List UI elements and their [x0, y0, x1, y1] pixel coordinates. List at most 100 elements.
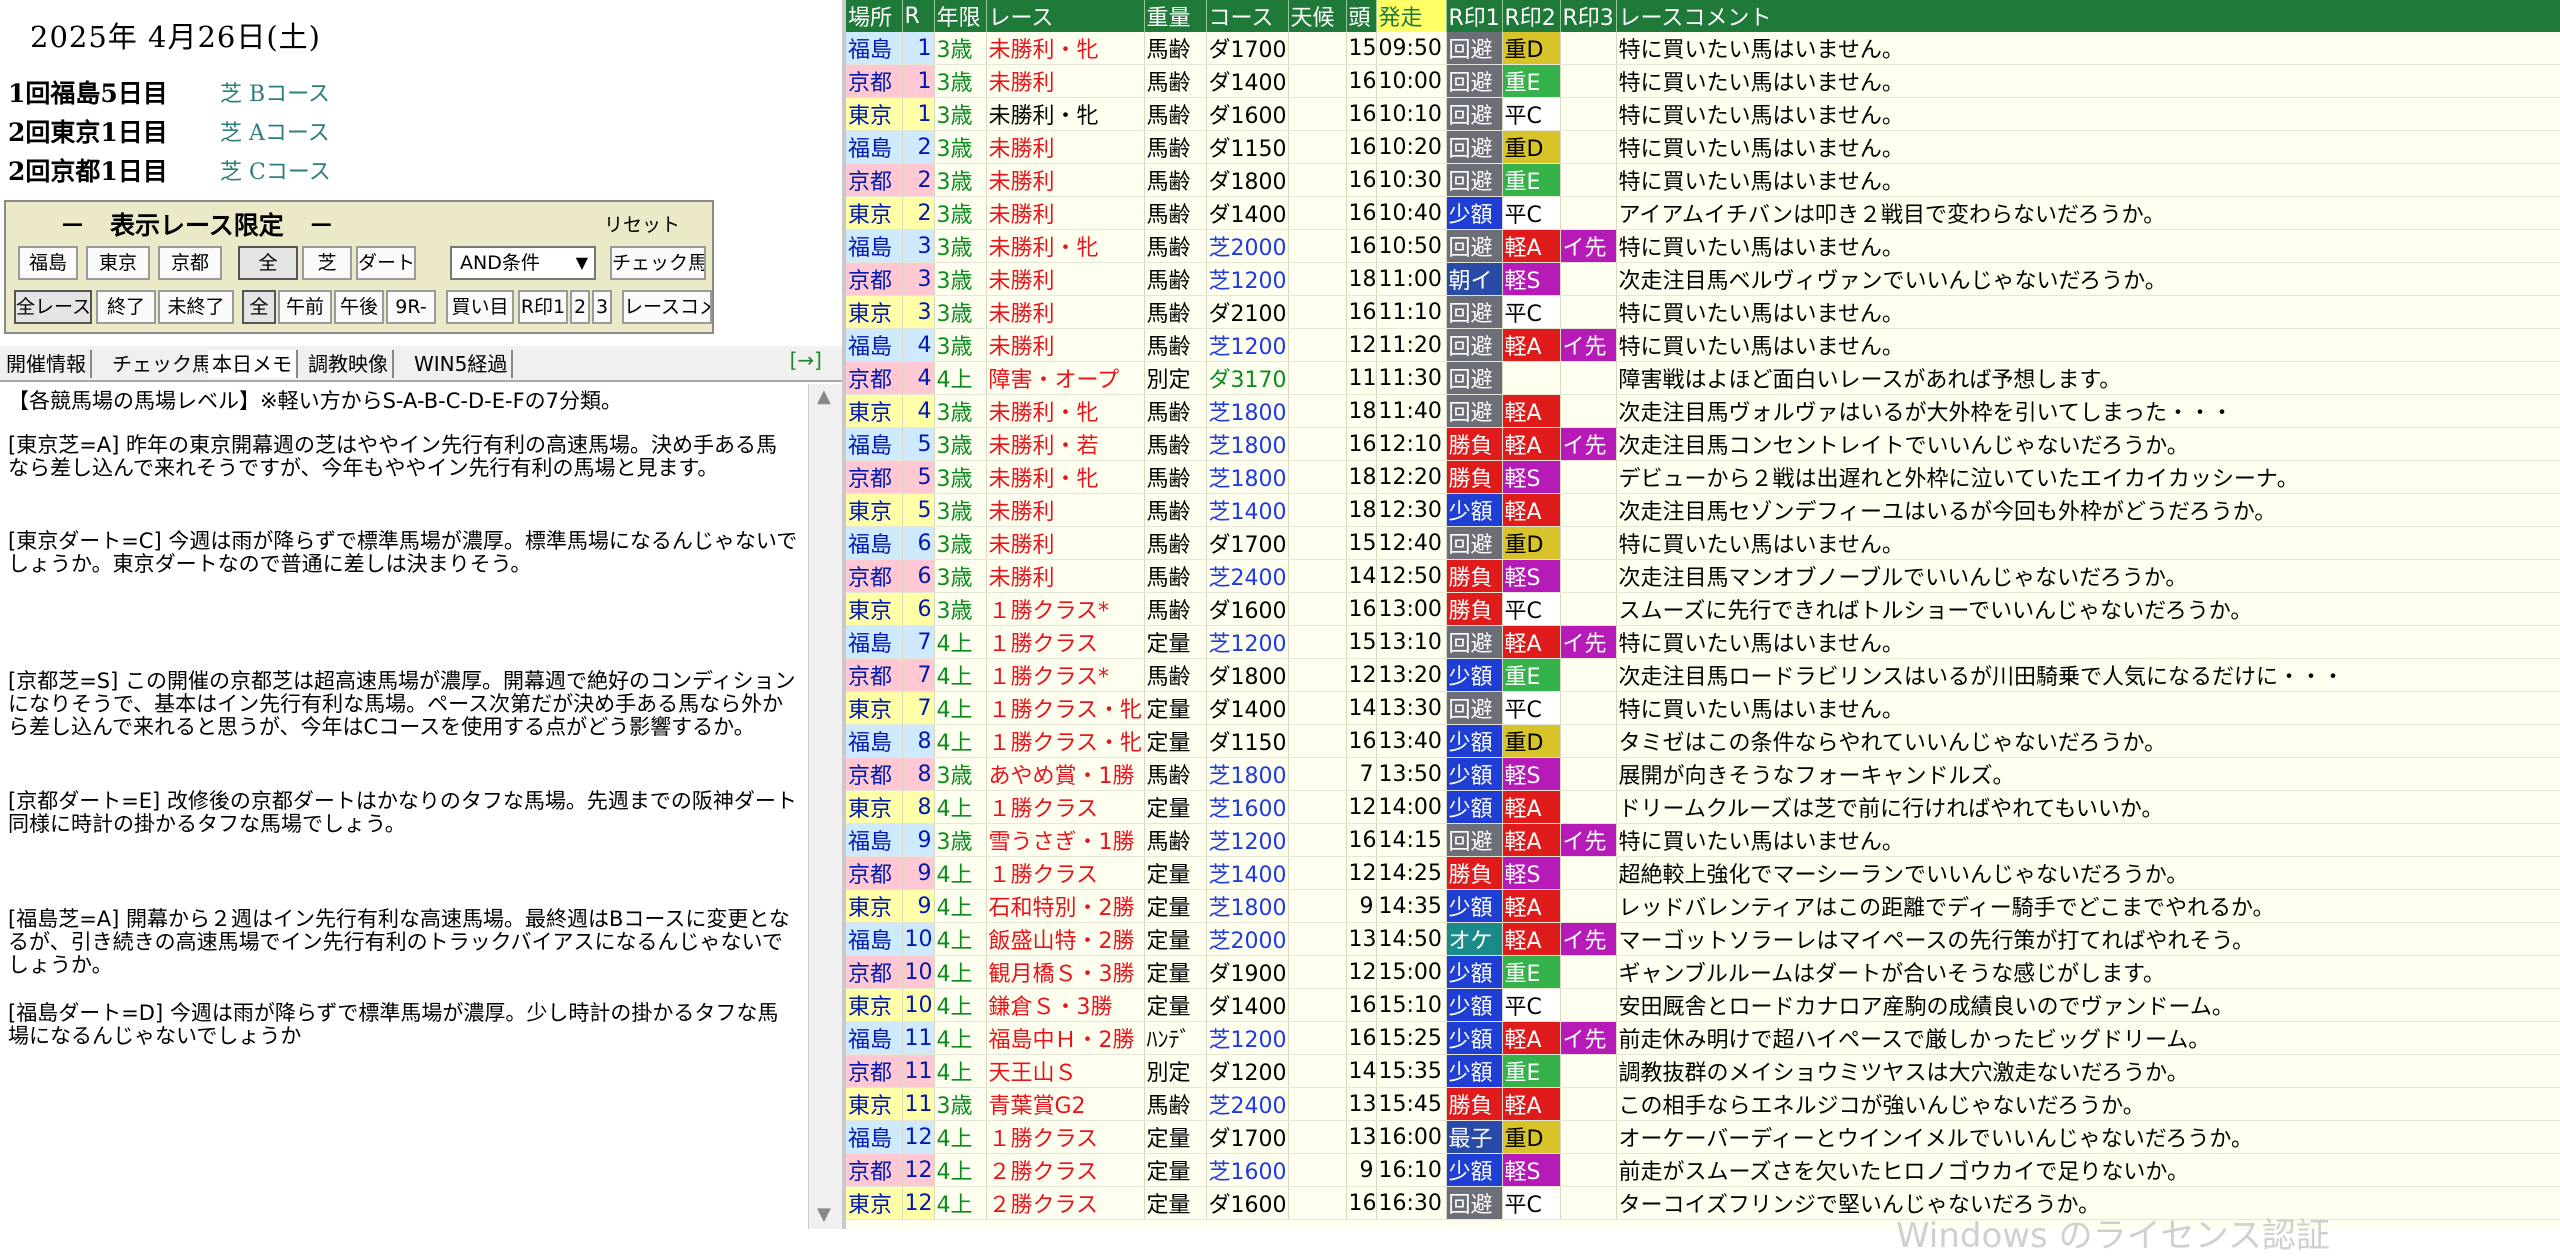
table-row[interactable]: 東京 1 3歳 未勝利・牝 馬齢 ダ1600 16 10:10 回避 平C 特に買いたい馬はいません… — [846, 97, 2560, 131]
tab-meeting-info[interactable]: 開催情報 — [2, 350, 92, 378]
col-place-header[interactable]: 場所 — [846, 0, 903, 32]
filter-dirt-button[interactable]: ダート — [356, 246, 416, 280]
filter-fukushima-button[interactable]: 福島 — [18, 246, 78, 280]
scroll-up-icon[interactable]: ▲ — [817, 386, 831, 407]
table-row[interactable]: 福島 7 4上 １勝クラス 定量 芝1200 15 13:10 回避 軽A イ先 特に買いたい馬はいま… — [846, 625, 2560, 659]
filter-morning-button[interactable]: 午前 — [278, 290, 332, 324]
filter-tokyo-button[interactable]: 東京 — [86, 246, 150, 280]
table-row[interactable]: 福島 5 3歳 未勝利・若 馬齢 芝1800 16 12:10 勝負 軽A イ先 次走注目馬コンセント… — [846, 427, 2560, 461]
table-row[interactable]: 東京 8 4上 １勝クラス 定量 芝1600 12 14:00 少額 軽A ドリームクルーズは芝で前… — [846, 790, 2560, 824]
table-row[interactable]: 福島 9 3歳 雪うさぎ・1勝 馬齢 芝1200 16 14:15 回避 軽A イ先 特に買いたい馬は… — [846, 823, 2560, 857]
table-row[interactable]: 東京 10 4上 鎌倉Ｓ・3勝 定量 ダ1400 16 15:10 少額 平C 安田厩舎とロードカナ… — [846, 988, 2560, 1022]
tab-training-video[interactable]: 調教映像 — [304, 350, 394, 378]
filter-surface-all-button[interactable]: 全 — [238, 246, 298, 280]
memo-paragraph: [東京芝=A] 昨年の東京開幕週の芝はややイン先行有利の高速馬場。決め手ある馬な… — [8, 433, 778, 480]
table-row[interactable]: 京都 8 3歳 あやめ賞・1勝 馬齢 芝1800 7 13:50 少額 軽S 展開が向きそうなフォー… — [846, 757, 2560, 791]
col-race-comment-header[interactable]: レースコメント — [1616, 0, 2560, 32]
red-mark3-cell — [1560, 130, 1617, 164]
red-mark2-cell: 軽S — [1502, 460, 1561, 494]
table-row[interactable]: 京都 3 3歳 未勝利 馬齢 芝1200 18 11:00 朝イ 軽S 次走注目馬ベルヴィヴァンでい… — [846, 262, 2560, 296]
table-row[interactable]: 東京 5 3歳 未勝利 馬齢 芝1400 18 12:30 少額 軽A 次走注目馬セゾンデフィーユは… — [846, 493, 2560, 527]
tab-check-horse[interactable]: チェック馬 — [108, 350, 218, 378]
col-age-limit-header[interactable]: 年限 — [934, 0, 987, 32]
filter-unfinished-button[interactable]: 未終了 — [158, 290, 234, 324]
col-red-mark2-header[interactable]: R印2 — [1502, 0, 1561, 32]
table-row[interactable]: 福島 12 4上 １勝クラス 定量 ダ1700 13 16:00 最子 重D オーケーバーディーとウ… — [846, 1120, 2560, 1154]
table-row[interactable]: 福島 1 3歳 未勝利・牝 馬齢 ダ1700 15 09:50 回避 重D 特に買いたい馬はいません… — [846, 32, 2560, 65]
weather-cell — [1288, 1021, 1347, 1055]
race-number-cell: 11 — [902, 1021, 935, 1055]
col-start-time-header[interactable]: 発走 — [1376, 0, 1447, 32]
table-row[interactable]: 東京 6 3歳 １勝クラス* 馬齢 ダ1600 16 13:00 勝負 平C スムーズに先行できれば… — [846, 592, 2560, 626]
table-row[interactable]: 東京 9 4上 石和特別・2勝 定量 芝1800 9 14:35 少額 軽A レッドバレンティアはこ… — [846, 889, 2560, 923]
table-row[interactable]: 東京 2 3歳 未勝利 馬齢 ダ1400 16 10:40 少額 平C アイアムイチバンは叩き２戦目… — [846, 196, 2560, 230]
condition-select[interactable]: AND条件 ▼ — [450, 246, 596, 280]
reset-button[interactable]: リセット — [604, 210, 680, 237]
filter-all-races-button[interactable]: 全レース — [14, 290, 92, 324]
table-row[interactable]: 京都 9 4上 １勝クラス 定量 芝1400 12 14:25 勝負 軽S 超絶較上強化でマーシーラ… — [846, 856, 2560, 890]
start-time-cell: 13:10 — [1376, 625, 1447, 659]
col-course-header[interactable]: コース — [1206, 0, 1289, 32]
tab-win5-progress[interactable]: WIN5経過 — [410, 350, 514, 378]
red-mark2-cell: 重D — [1502, 1120, 1561, 1154]
table-row[interactable]: 京都 7 4上 １勝クラス* 馬齢 ダ1800 12 13:20 少額 重E 次走注目馬ロードラビリ… — [846, 658, 2560, 692]
race-name-cell: 未勝利 — [986, 328, 1145, 362]
table-row[interactable]: 東京 4 3歳 未勝利・牝 馬齢 芝1800 18 11:40 回避 軽A 次走注目馬ヴォルヴァはい… — [846, 394, 2560, 428]
col-weather-header[interactable]: 天候 — [1288, 0, 1347, 32]
table-row[interactable]: 福島 2 3歳 未勝利 馬齢 ダ1150 16 10:20 回避 重D 特に買いたい馬はいません。 — [846, 130, 2560, 164]
filter-time-all-button[interactable]: 全 — [242, 290, 276, 324]
tab-today-memo[interactable]: 本日メモ — [208, 350, 298, 378]
table-row[interactable]: 京都 11 4上 天王山Ｓ 別定 ダ1200 14 15:35 少額 重E 調教抜群のメイショウミツ… — [846, 1054, 2560, 1088]
filter-finished-button[interactable]: 終了 — [96, 290, 156, 324]
col-weight-header[interactable]: 重量 — [1144, 0, 1207, 32]
table-row[interactable]: 京都 5 3歳 未勝利・牝 馬齢 芝1800 18 12:20 勝負 軽S デビューから２戦は出遅れ… — [846, 460, 2560, 494]
red-mark1-button[interactable]: R印1 — [518, 290, 568, 324]
red-mark2-cell: 重E — [1502, 955, 1561, 989]
red-mark2-button[interactable]: 2 — [570, 290, 590, 324]
race-comment-button[interactable]: レースコメ — [622, 290, 712, 324]
table-row[interactable]: 福島 8 4上 １勝クラス・牝 定量 ダ1150 16 13:40 少額 重D タミゼはこの条件なら… — [846, 724, 2560, 758]
course-cell: ダ1400 — [1206, 64, 1289, 98]
filter-kyoto-button[interactable]: 京都 — [158, 246, 222, 280]
scroll-down-icon[interactable]: ▼ — [817, 1204, 831, 1225]
race-name-cell: 未勝利 — [986, 130, 1145, 164]
col-red-mark3-header[interactable]: R印3 — [1560, 0, 1617, 32]
table-row[interactable]: 京都 10 4上 観月橋Ｓ・3勝 定量 ダ1900 12 15:00 少額 重E ギャンブルルームは… — [846, 955, 2560, 989]
table-row[interactable]: 京都 6 3歳 未勝利 馬齢 芝2400 14 12:50 勝負 軽S 次走注目馬マンオブノーブルで… — [846, 559, 2560, 593]
table-row[interactable]: 福島 11 4上 福島中Ｈ・2勝 ﾊﾝﾃﾞ 芝1200 16 15:25 少額 軽A イ先 前走休み明… — [846, 1021, 2560, 1055]
col-race-name-header[interactable]: レース — [986, 0, 1145, 32]
start-time-cell: 15:00 — [1376, 955, 1447, 989]
expand-arrow-link[interactable]: [→] — [790, 348, 822, 372]
table-row[interactable]: 東京 7 4上 １勝クラス・牝 定量 ダ1400 14 13:30 回避 平C 特に買いたい馬はいま… — [846, 691, 2560, 725]
table-row[interactable]: 京都 4 4上 障害・オープ 別定 ダ3170 11 11:30 回避 障害戦はよほど面白いレース… — [846, 361, 2560, 395]
red-mark3-cell — [1560, 526, 1617, 560]
table-row[interactable]: 東京 3 3歳 未勝利 馬齢 ダ2100 16 11:10 回避 平C 特に買いたい馬はいません。 — [846, 295, 2560, 329]
filter-afternoon-button[interactable]: 午後 — [334, 290, 384, 324]
table-row[interactable]: 京都 2 3歳 未勝利 馬齢 ダ1800 16 10:30 回避 重E 特に買いたい馬はいません。 — [846, 163, 2560, 197]
table-row[interactable]: 京都 1 3歳 未勝利 馬齢 ダ1400 16 10:00 回避 重E 特に買いたい馬はいません。 — [846, 64, 2560, 98]
filter-turf-button[interactable]: 芝 — [302, 246, 352, 280]
check-horse-button[interactable]: チェック馬 — [610, 246, 706, 280]
runners-cell: 16 — [1346, 427, 1377, 461]
red-mark3-cell — [1560, 1153, 1617, 1187]
table-row[interactable]: 京都 12 4上 ２勝クラス 定量 芝1600 9 16:10 少額 軽S 前走がスムーズさを欠いた… — [846, 1153, 2560, 1187]
col-runners-header[interactable]: 頭 — [1346, 0, 1377, 32]
filter-9r-button[interactable]: 9R- — [386, 290, 436, 324]
age-limit-cell: 4上 — [934, 1120, 987, 1154]
place-cell: 京都 — [846, 1153, 903, 1187]
weight-cell: 定量 — [1144, 1120, 1207, 1154]
table-row[interactable]: 東京 11 3歳 青葉賞G2 馬齢 芝2400 13 15:45 勝負 軽A この相手ならエネルジコ… — [846, 1087, 2560, 1121]
table-row[interactable]: 福島 6 3歳 未勝利 馬齢 ダ1700 15 12:40 回避 重D 特に買いたい馬はいません。 — [846, 526, 2560, 560]
memo-scrollbar[interactable]: ▲ ▼ — [808, 384, 843, 1229]
table-row[interactable]: 福島 4 3歳 未勝利 馬齢 芝1200 12 11:20 回避 軽A イ先 特に買いたい馬はいません… — [846, 328, 2560, 362]
col-red-mark1-header[interactable]: R印1 — [1446, 0, 1503, 32]
red-mark3-button[interactable]: 3 — [592, 290, 612, 324]
weather-cell — [1288, 1054, 1347, 1088]
today-memo-text[interactable]: 【各競馬場の馬場レベル】※軽い方からS-A-B-C-D-E-Fの7分類。 [東京… — [0, 384, 808, 1229]
buy-button[interactable]: 買い目 — [446, 290, 514, 324]
course-cell: ダ1600 — [1206, 97, 1289, 131]
weight-cell: 馬齢 — [1144, 427, 1207, 461]
table-row[interactable]: 福島 3 3歳 未勝利・牝 馬齢 芝2000 16 10:50 回避 軽A イ先 特に買いたい馬はいま… — [846, 229, 2560, 263]
col-race-number-header[interactable]: R — [902, 0, 935, 32]
table-row[interactable]: 福島 10 4上 飯盛山特・2勝 定量 芝2000 13 14:50 オケ 軽A イ先 マーゴットソラ… — [846, 922, 2560, 956]
